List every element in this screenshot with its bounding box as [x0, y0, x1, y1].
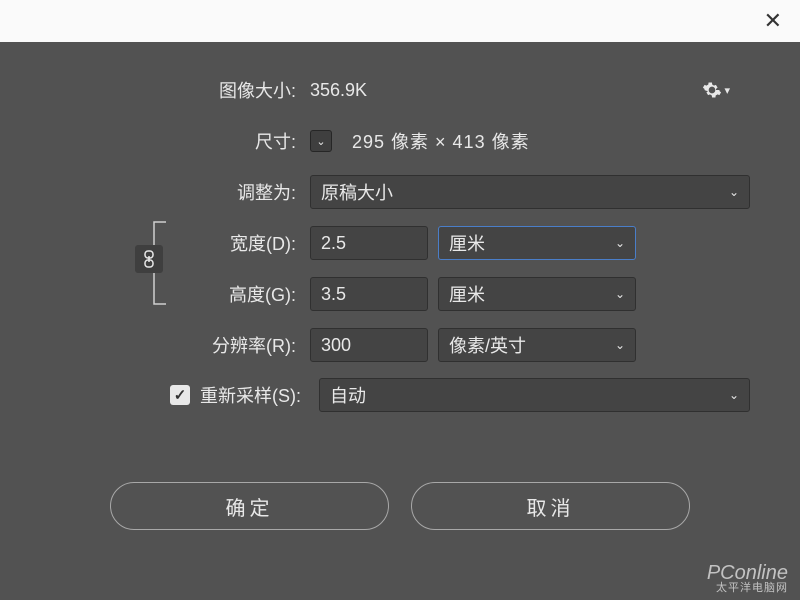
width-unit-select[interactable]: 厘米 ⌄ [438, 226, 636, 260]
resolution-label: 分辨率(R): [50, 332, 310, 358]
cancel-button[interactable]: 取消 [411, 482, 690, 530]
image-size-value: 356.9K [310, 80, 367, 101]
ok-button[interactable]: 确定 [110, 482, 389, 530]
gear-icon[interactable]: ▾ [702, 80, 730, 100]
width-label: 宽度(D): [50, 230, 310, 256]
chevron-down-icon: ⌄ [615, 236, 625, 250]
constrain-proportions-icon[interactable] [135, 245, 163, 273]
width-input[interactable] [310, 226, 428, 260]
image-size-dialog: 图像大小: 356.9K ▾ 尺寸: ⌄ 295 像素 × 413 像素 调整为… [0, 42, 800, 530]
height-label: 高度(G): [50, 281, 310, 307]
dimensions-unit-toggle[interactable]: ⌄ [310, 130, 332, 152]
resample-checkbox[interactable]: ✓ [170, 385, 190, 405]
dimensions-label: 尺寸: [50, 128, 310, 154]
height-unit-select[interactable]: 厘米 ⌄ [438, 277, 636, 311]
watermark: PConline 太平洋电脑网 [707, 563, 788, 594]
height-input[interactable] [310, 277, 428, 311]
dimensions-value: 295 像素 × 413 像素 [352, 128, 530, 154]
resample-method-select[interactable]: 自动 ⌄ [319, 378, 750, 412]
close-icon[interactable]: ✕ [764, 8, 782, 34]
chevron-down-icon: ⌄ [615, 338, 625, 352]
resample-label: 重新采样(S): [200, 382, 301, 408]
fit-to-select[interactable]: 原稿大小 ⌄ [310, 175, 750, 209]
chevron-down-icon: ⌄ [729, 388, 739, 402]
fit-to-label: 调整为: [50, 179, 310, 205]
chevron-down-icon: ⌄ [729, 185, 739, 199]
resolution-input[interactable] [310, 328, 428, 362]
image-size-label: 图像大小: [50, 77, 310, 103]
chevron-down-icon: ⌄ [615, 287, 625, 301]
resolution-unit-select[interactable]: 像素/英寸 ⌄ [438, 328, 636, 362]
